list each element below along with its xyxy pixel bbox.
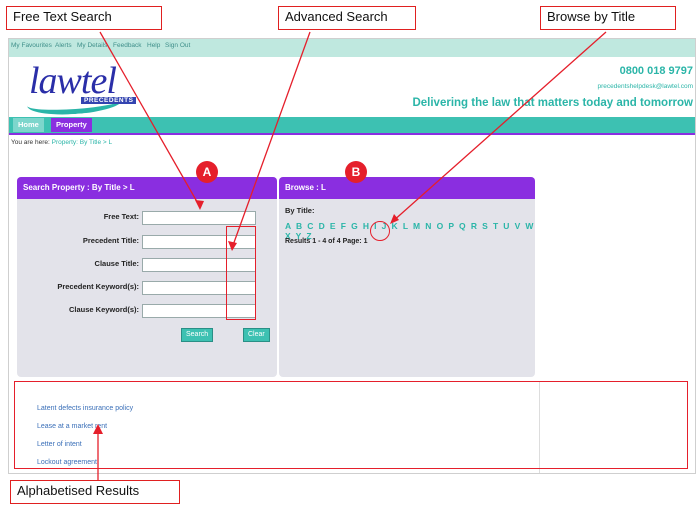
clause-title-label: Clause Title: [94, 259, 139, 268]
search-button[interactable]: Search [181, 328, 214, 342]
breadcrumb: You are here: Property: By Title > L [11, 139, 112, 146]
callout-advanced-search: Advanced Search [278, 6, 416, 30]
clear-button[interactable]: Clear [243, 328, 270, 342]
free-text-input[interactable] [142, 211, 256, 225]
breadcrumb-path[interactable]: Property: By Title > L [52, 139, 113, 146]
letter-l-highlight [370, 221, 390, 241]
tagline: Delivering the law that matters today an… [412, 97, 693, 109]
top-navigation: My Favourites Alerts My Details Feedback… [9, 39, 695, 57]
tab-property[interactable]: Property [51, 118, 92, 132]
advanced-search-highlight [226, 226, 256, 320]
nav-feedback[interactable]: Feedback [113, 42, 142, 49]
nav-my-favourites[interactable]: My Favourites [11, 42, 52, 49]
free-text-label: Free Text: [103, 212, 139, 221]
nav-help[interactable]: Help [147, 42, 160, 49]
browse-panel: Browse : L By Title: A B C D E F G H I J… [279, 177, 535, 377]
results-count: Results 1 - 4 of 4 Page: 1 [285, 238, 368, 245]
nav-my-details[interactable]: My Details [77, 42, 107, 49]
callout-alphabetised-results: Alphabetised Results [10, 480, 180, 504]
badge-a: A [196, 161, 218, 183]
callout-browse-by-title: Browse by Title [540, 6, 676, 30]
callout-free-text-search: Free Text Search [6, 6, 162, 30]
lawtel-logo[interactable]: lawtel PRECEDENTS [26, 60, 157, 118]
breadcrumb-prefix: You are here: [11, 139, 50, 146]
badge-b: B [345, 161, 367, 183]
helpdesk-email[interactable]: precedentshelpdesk@lawtel.com [598, 83, 693, 90]
precedent-title-label: Precedent Title: [82, 236, 139, 245]
precedent-keywords-label: Precedent Keyword(s): [57, 282, 139, 291]
tab-home[interactable]: Home [13, 118, 44, 132]
results-highlight [14, 381, 688, 469]
nav-sign-out[interactable]: Sign Out [165, 42, 190, 49]
search-panel-title: Search Property : By Title > L [17, 177, 277, 199]
browse-panel-title: Browse : L [279, 177, 535, 199]
logo-subtitle: PRECEDENTS [81, 97, 137, 104]
nav-alerts[interactable]: Alerts [55, 42, 72, 49]
main-navigation: Home Property [9, 117, 695, 135]
by-title-label: By Title: [285, 206, 315, 215]
clause-keywords-label: Clause Keyword(s): [68, 305, 139, 314]
phone-number: 0800 018 9797 [619, 65, 693, 77]
